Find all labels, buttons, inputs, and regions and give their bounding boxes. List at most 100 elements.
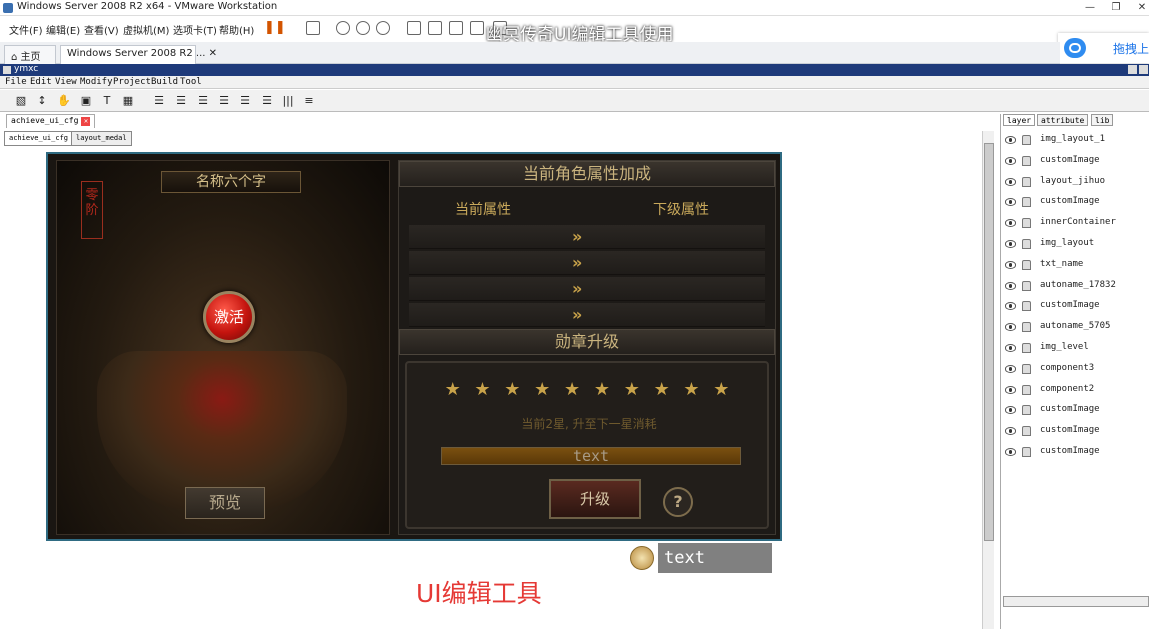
visibility-eye-icon[interactable] [1005,427,1016,436]
library-view-icon[interactable] [407,21,421,35]
menu-file[interactable]: 文件(F) [9,22,43,37]
align-top-icon[interactable]: ☰ [217,94,231,108]
preview-button[interactable]: 预览 [185,487,265,519]
app-minimize-icon[interactable] [1128,65,1137,74]
distribute-h-icon[interactable]: ||| [281,94,295,108]
align-bottom-icon[interactable]: ☰ [260,94,274,108]
grid-tool-icon[interactable]: ▦ [121,94,135,108]
hand-tool-icon[interactable]: ✋ [57,94,71,108]
doc-tab-medal[interactable]: layout_medal [71,131,132,146]
lock-icon[interactable] [1022,259,1031,270]
lock-icon[interactable] [1022,343,1031,353]
layer-horizontal-scrollbar[interactable] [1003,596,1149,607]
app-maximize-icon[interactable] [1139,65,1148,74]
app-menu-view[interactable]: View [55,77,77,87]
lock-icon[interactable] [1022,426,1031,437]
align-right-icon[interactable]: ☰ [196,94,210,108]
layer-item[interactable]: innerContainer [1005,215,1145,235]
visibility-eye-icon[interactable] [1005,323,1016,332]
layer-item[interactable]: img_level [1005,340,1145,360]
canvas-vertical-scrollbar[interactable] [982,131,994,629]
tab-close-icon[interactable]: ✕ [209,48,217,59]
lock-icon[interactable] [1022,155,1031,166]
lock-icon[interactable] [1022,405,1031,416]
visibility-eye-icon[interactable] [1005,448,1016,456]
scrollbar-thumb[interactable] [984,143,994,541]
layer-item[interactable]: customImage [1005,423,1145,443]
text-component[interactable]: text [658,543,772,573]
medal-level-badge[interactable]: 零阶 [81,181,103,239]
layer-item[interactable]: customImage [1005,153,1145,173]
visibility-eye-icon[interactable] [1005,385,1016,394]
progress-bar[interactable]: text [441,447,741,465]
visibility-eye-icon[interactable] [1005,156,1016,165]
layer-item[interactable]: txt_name [1005,257,1145,277]
distribute-v-icon[interactable]: ≡ [302,94,316,108]
tab-layer[interactable]: layer [1003,114,1036,126]
layer-item[interactable]: autoname_17832 [1005,278,1145,298]
lock-icon[interactable] [1022,447,1031,457]
file-tab[interactable]: achieve_ui_cfg ✕ [6,114,96,128]
tab-lib[interactable]: lib [1091,114,1114,126]
snapshot-icon[interactable] [336,21,350,35]
visibility-eye-icon[interactable] [1005,240,1016,248]
layer-item[interactable]: component2 [1005,382,1145,402]
lock-icon[interactable] [1022,322,1031,333]
image-tool-icon[interactable]: ▣ [79,94,93,108]
visibility-eye-icon[interactable] [1005,302,1016,311]
lock-icon[interactable] [1022,280,1031,291]
visibility-eye-icon[interactable] [1005,406,1016,415]
visibility-eye-icon[interactable] [1005,198,1016,207]
align-hcenter-icon[interactable]: ☰ [174,94,188,108]
minimize-icon[interactable]: — [1076,0,1104,16]
design-canvas[interactable]: 名称六个字 零阶 激活 预览 当前角色属性加成 当前属性 下级属性 » » » … [46,152,782,541]
upgrade-button[interactable]: 升级 [549,479,641,519]
unity-icon[interactable] [470,21,484,35]
menu-help[interactable]: 帮助(H) [219,22,254,37]
tab-attribute[interactable]: attribute [1037,114,1089,126]
pause-icon[interactable]: ❚❚ [264,21,286,35]
lock-icon[interactable] [1022,363,1031,374]
fullscreen-icon[interactable] [449,21,463,35]
visibility-eye-icon[interactable] [1005,364,1016,373]
menu-view[interactable]: 查看(V) [84,22,119,37]
layer-item[interactable]: img_layout [1005,236,1145,256]
move-tool-icon[interactable]: ↕ [35,94,49,108]
restore-icon[interactable]: ❐ [1102,0,1130,16]
lock-icon[interactable] [1022,384,1031,395]
medal-name-label[interactable]: 名称六个字 [161,171,301,193]
app-menu-modify[interactable]: Modify [80,77,113,87]
lotus-icon[interactable] [630,546,654,570]
lock-icon[interactable] [1022,239,1031,249]
layer-item[interactable]: img_layout_1 [1005,132,1145,152]
visibility-eye-icon[interactable] [1005,177,1016,186]
activate-button[interactable]: 激活 [203,291,255,343]
app-menu-build[interactable]: Build [151,77,178,87]
visibility-eye-icon[interactable] [1005,344,1016,352]
lock-icon[interactable] [1022,197,1031,208]
app-menu-file[interactable]: File [5,77,27,87]
baidu-netdisk-widget[interactable]: 拖拽上 [1058,33,1149,63]
lock-icon[interactable] [1022,218,1031,229]
layer-item[interactable]: component3 [1005,361,1145,381]
lock-icon[interactable] [1022,301,1031,312]
send-keys-icon[interactable] [306,21,320,35]
app-menu-edit[interactable]: Edit [30,77,52,87]
revert-snapshot-icon[interactable] [356,21,370,35]
tab-vm[interactable]: Windows Server 2008 R2 ... ✕ [60,45,217,64]
layer-item[interactable]: customImage [1005,444,1145,464]
help-icon[interactable]: ? [663,487,693,517]
layer-item[interactable]: autoname_5705 [1005,319,1145,339]
tab-home[interactable]: ⌂ 主页 [4,45,56,64]
menu-vm[interactable]: 虚拟机(M) [123,22,169,37]
align-left-icon[interactable]: ☰ [152,94,166,108]
align-vcenter-icon[interactable]: ☰ [238,94,252,108]
app-menu-project[interactable]: Project [113,77,151,87]
lock-icon[interactable] [1022,135,1031,145]
layer-item[interactable]: customImage [1005,298,1145,318]
snapshot-manager-icon[interactable] [376,21,390,35]
menu-edit[interactable]: 编辑(E) [46,22,80,37]
layer-item[interactable]: customImage [1005,194,1145,214]
doc-tab-achieve[interactable]: achieve_ui_cfg [4,131,74,146]
select-tool-icon[interactable]: ▧ [14,94,28,108]
